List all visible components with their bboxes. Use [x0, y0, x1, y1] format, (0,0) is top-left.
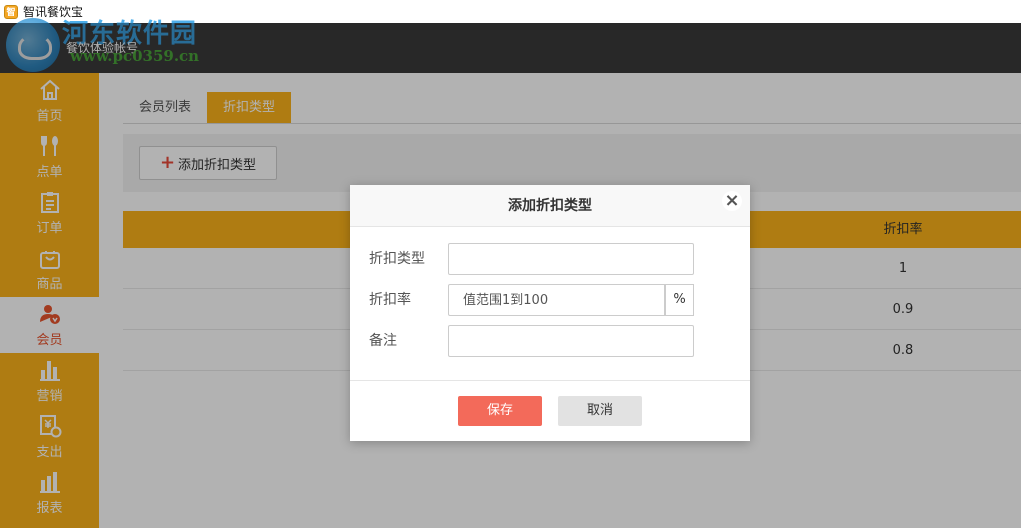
cancel-button[interactable]: 取消 — [558, 396, 642, 426]
discount-rate-input[interactable] — [448, 284, 665, 316]
note-input[interactable] — [448, 325, 694, 357]
form-row-type: 折扣类型 — [350, 243, 750, 275]
dialog-header: 添加折扣类型 × — [350, 185, 750, 227]
save-button[interactable]: 保存 — [458, 396, 542, 426]
form-row-rate: 折扣率 % — [350, 284, 750, 316]
close-icon[interactable]: × — [722, 191, 742, 211]
app-logo-icon: 智 — [4, 4, 18, 19]
discount-type-input[interactable] — [448, 243, 694, 275]
discount-type-label: 折扣类型 — [369, 251, 425, 267]
percent-suffix: % — [665, 284, 694, 316]
dialog-title: 添加折扣类型 — [508, 198, 592, 214]
add-discount-type-dialog: 添加折扣类型 × 折扣类型 折扣率 % 备注 保存 取消 — [350, 185, 750, 441]
form-row-note: 备注 — [350, 325, 750, 357]
note-label: 备注 — [369, 333, 397, 349]
discount-rate-label: 折扣率 — [369, 292, 411, 308]
dialog-footer-divider — [350, 380, 750, 381]
